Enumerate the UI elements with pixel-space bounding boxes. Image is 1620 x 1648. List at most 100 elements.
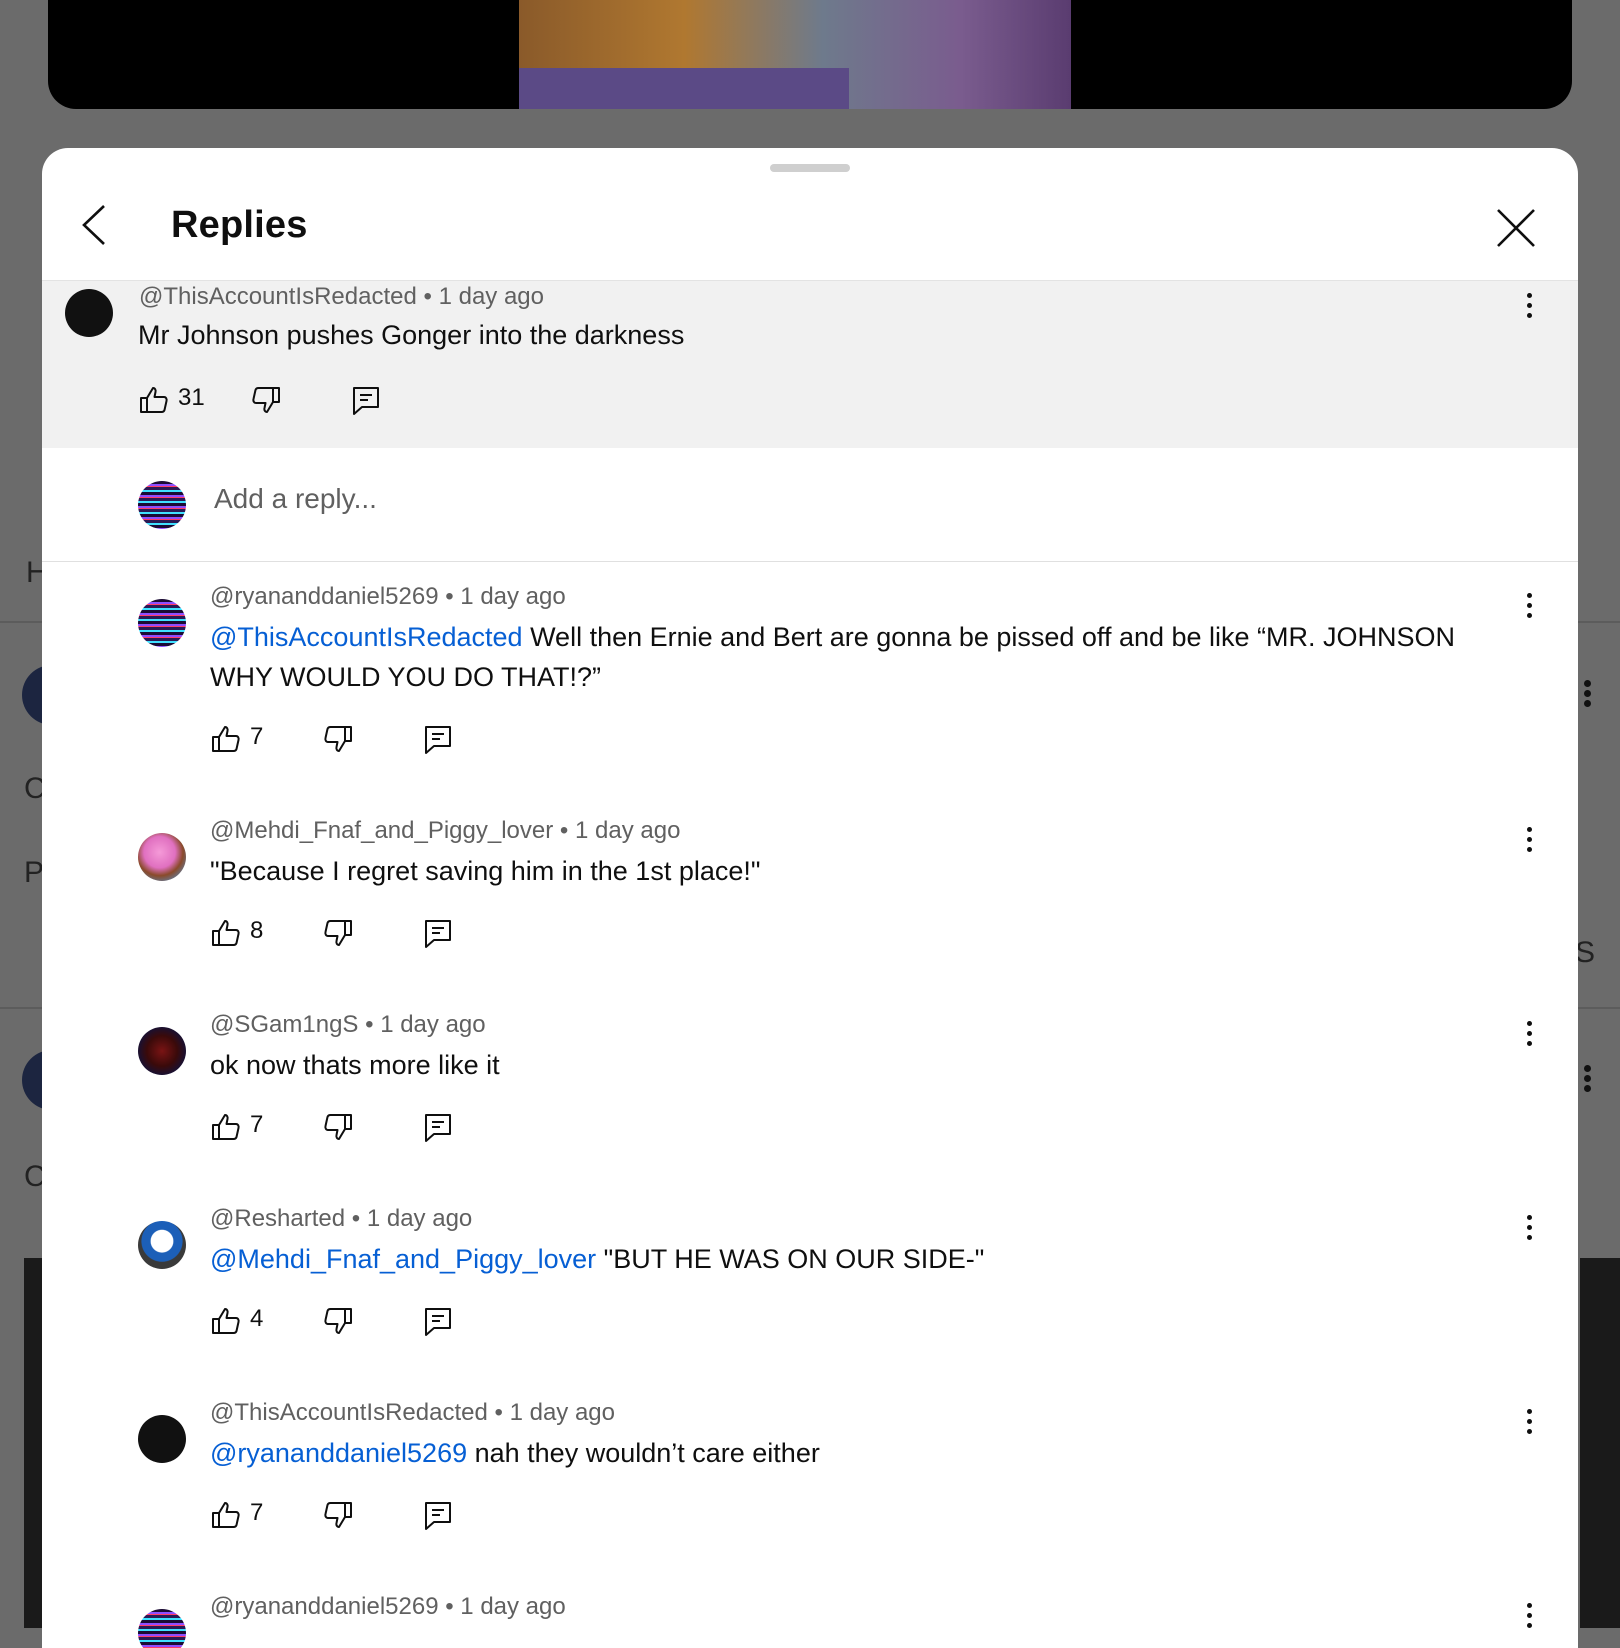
avatar[interactable] (138, 599, 186, 647)
comment-text: Mr Johnson pushes Gonger into the darkne… (138, 320, 685, 350)
video-thumbnail (519, 0, 1071, 109)
reply-comment-icon (425, 1114, 451, 1142)
like-button[interactable] (138, 380, 170, 420)
comment-author[interactable]: @Mehdi_Fnaf_and_Piggy_lover (210, 817, 553, 844)
comment-body: "Because I regret saving him in the 1st … (210, 856, 761, 886)
comment-author[interactable]: @ryananddaniel5269 (210, 1593, 439, 1620)
thumbs-down-icon (324, 920, 352, 946)
like-button[interactable] (210, 1107, 242, 1147)
avatar[interactable] (138, 1027, 186, 1075)
like-count: 8 (250, 917, 264, 944)
comment-time: 1 day ago (460, 583, 566, 610)
avatar[interactable] (65, 289, 113, 337)
close-icon (1497, 209, 1535, 247)
comment-author[interactable]: @ryananddaniel5269 (210, 583, 439, 610)
like-count: 7 (250, 1499, 264, 1526)
reply-comment-icon (353, 387, 379, 415)
more-button[interactable] (1523, 1021, 1535, 1055)
thumbs-down-icon (324, 1308, 352, 1334)
comment-text: @ryananddaniel5269 nah they wouldn’t car… (210, 1433, 1510, 1473)
comment-author[interactable]: @ThisAccountIsRedacted (139, 283, 417, 310)
thumbs-down-icon (324, 726, 352, 752)
drag-handle[interactable] (770, 164, 850, 172)
comment-text: "Because I regret saving him in the 1st … (210, 851, 1510, 891)
more-button[interactable] (1523, 593, 1535, 627)
comment-time: 1 day ago (460, 1593, 566, 1620)
reply-comment-icon (425, 920, 451, 948)
like-count: 7 (250, 1111, 264, 1138)
background-more-icon (1584, 680, 1592, 710)
mention-link[interactable]: @Mehdi_Fnaf_and_Piggy_lover (210, 1244, 596, 1274)
reply-comment-icon (425, 726, 451, 754)
mention-link[interactable]: @ThisAccountIsRedacted (210, 622, 523, 652)
comment-actions: 7 (210, 1495, 510, 1535)
comment-meta: @Resharted • 1 day ago (210, 1205, 473, 1232)
comment-text: @Mehdi_Fnaf_and_Piggy_lover "BUT HE WAS … (210, 1239, 1510, 1279)
more-button[interactable] (1523, 827, 1535, 861)
thumbs-down-icon (252, 387, 280, 413)
parent-comment: @ThisAccountIsRedacted • 1 day ago Mr Jo… (42, 280, 1578, 449)
more-button[interactable] (1523, 1409, 1535, 1443)
add-reply-bar (42, 448, 1578, 562)
background-text: P (24, 856, 45, 889)
avatar[interactable] (138, 833, 186, 881)
more-button[interactable] (1523, 293, 1535, 327)
comment-body: ok now thats more like it (210, 1050, 500, 1080)
background-more-icon (1584, 1065, 1592, 1095)
comment-author[interactable]: @SGam1ngS (210, 1011, 358, 1038)
dislike-button[interactable] (322, 1301, 354, 1341)
comment-actions: 31 (138, 380, 438, 420)
reply-input[interactable] (212, 482, 1416, 516)
reply-button[interactable] (422, 1301, 454, 1341)
reply-button[interactable] (422, 1495, 454, 1535)
comment-actions: 7 (210, 1107, 510, 1147)
comment-time: 1 day ago (438, 283, 544, 310)
more-button[interactable] (1523, 1215, 1535, 1249)
avatar[interactable] (138, 1609, 186, 1648)
user-avatar (138, 481, 186, 529)
dislike-button[interactable] (250, 380, 282, 420)
dislike-button[interactable] (322, 913, 354, 953)
comment-meta: @ThisAccountIsRedacted • 1 day ago (210, 1399, 615, 1426)
like-button[interactable] (210, 913, 242, 953)
comment-text: @ThisAccountIsRedacted Well then Ernie a… (210, 617, 1510, 697)
more-button[interactable] (1523, 1603, 1535, 1637)
comment-body: "BUT HE WAS ON OUR SIDE-" (596, 1244, 985, 1274)
background-text: S (1575, 936, 1596, 969)
reply-button[interactable] (422, 719, 454, 759)
thumbs-up-icon (212, 920, 240, 946)
comment-body: nah they wouldn’t care either (467, 1438, 820, 1468)
comment-author[interactable]: @Resharted (210, 1205, 345, 1232)
mention-link[interactable]: @ryananddaniel5269 (210, 1438, 467, 1468)
like-count: 7 (250, 723, 264, 750)
back-button[interactable] (72, 200, 122, 250)
comment-actions: 8 (210, 913, 510, 953)
like-button[interactable] (210, 1301, 242, 1341)
dislike-button[interactable] (322, 1107, 354, 1147)
comment-time: 1 day ago (575, 817, 681, 844)
avatar[interactable] (138, 1415, 186, 1463)
comment-time: 1 day ago (509, 1399, 615, 1426)
chevron-left-icon (82, 205, 105, 245)
dislike-button[interactable] (322, 1495, 354, 1535)
comment-text: ok now thats more like it (210, 1045, 1510, 1085)
sheet-title: Replies (171, 204, 308, 246)
like-count: 4 (250, 1305, 264, 1332)
thumbnail-banner (519, 68, 849, 109)
reply-button[interactable] (422, 913, 454, 953)
close-button[interactable] (1494, 206, 1538, 250)
avatar[interactable] (138, 1221, 186, 1269)
reply-button[interactable] (422, 1107, 454, 1147)
comment-actions: 7 (210, 719, 510, 759)
like-button[interactable] (210, 719, 242, 759)
comment-time: 1 day ago (380, 1011, 486, 1038)
thumbs-up-icon (212, 726, 240, 752)
comment-meta: @ryananddaniel5269 • 1 day ago (210, 583, 566, 610)
reply-button[interactable] (350, 380, 382, 420)
comment-meta: @ThisAccountIsRedacted • 1 day ago (139, 283, 544, 310)
dislike-button[interactable] (322, 719, 354, 759)
comment-author[interactable]: @ThisAccountIsRedacted (210, 1399, 488, 1426)
like-button[interactable] (210, 1495, 242, 1535)
comment-meta: @ryananddaniel5269 • 1 day ago (210, 1593, 566, 1620)
video-player[interactable] (48, 0, 1572, 109)
